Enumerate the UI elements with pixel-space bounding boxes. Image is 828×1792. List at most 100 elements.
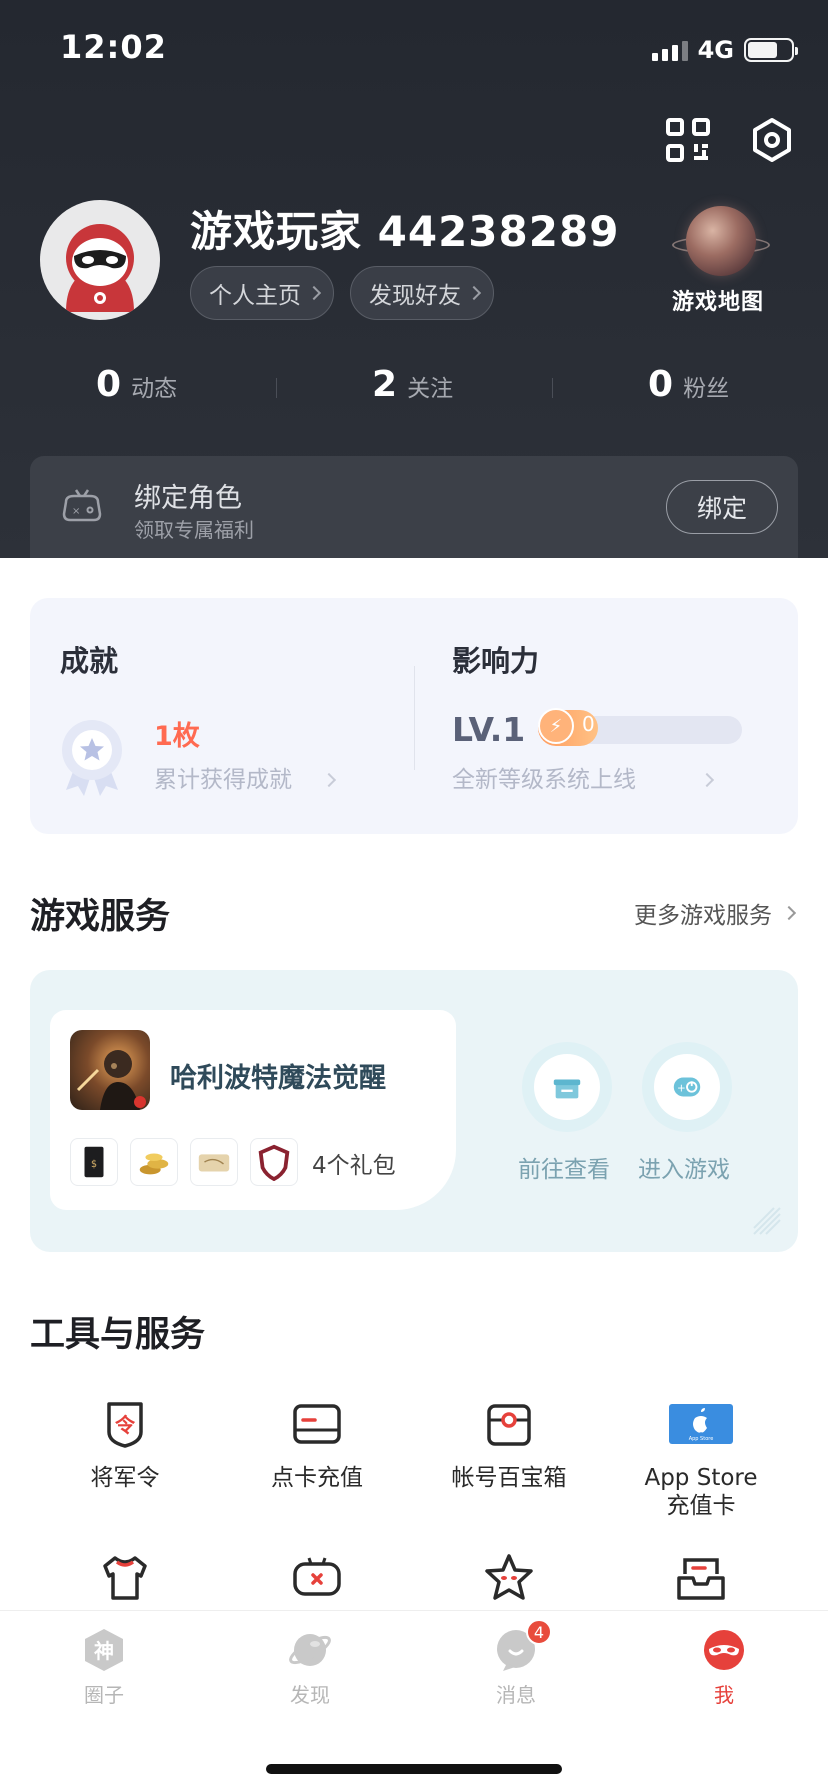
status-time: 12:02 — [60, 28, 167, 66]
stat-fans[interactable]: 0 粉丝 — [648, 364, 729, 405]
signal-icon — [651, 39, 688, 61]
stripes-decoration-icon — [753, 1207, 781, 1235]
level-points: 0 — [582, 712, 595, 736]
tab-label: 消息 — [496, 1683, 536, 1707]
tool-game-helper[interactable] — [222, 1552, 412, 1604]
app-store-card-icon: App Store — [669, 1404, 733, 1444]
qr-code-icon[interactable] — [664, 116, 712, 164]
mask-icon — [704, 1630, 744, 1670]
avatar[interactable] — [40, 200, 160, 320]
gift-count: 4个礼包 — [312, 1153, 396, 1179]
profile-stats: 0 动态 2 关注 0 粉丝 — [0, 364, 828, 414]
homepage-button-label: 个人主页 — [209, 283, 301, 309]
game-tile[interactable]: 哈利波特魔法觉醒 $ 4个礼包 — [50, 1010, 456, 1210]
shen-icon: 神 — [85, 1629, 123, 1671]
chevron-right-icon — [466, 285, 482, 301]
stat-value: 0 — [648, 364, 674, 405]
unread-badge: 4 — [526, 1619, 552, 1645]
inbox-icon — [677, 1558, 725, 1600]
tool-merch[interactable] — [30, 1552, 220, 1604]
tool-card-recharge[interactable]: 点卡充值 — [222, 1398, 412, 1492]
tab-discover[interactable]: 发现 — [250, 1627, 370, 1708]
stat-posts[interactable]: 0 动态 — [96, 364, 177, 405]
achievement-count: 1枚 — [154, 721, 200, 752]
tool-label: 将军令 — [90, 1465, 160, 1491]
username: 游戏玩家 44238289 — [190, 207, 620, 256]
stat-label: 动态 — [131, 376, 178, 402]
stat-following[interactable]: 2 关注 — [372, 364, 453, 405]
power-game-icon: + — [673, 1077, 701, 1097]
tool-label: App Store 充值卡 — [644, 1465, 758, 1519]
game-services-title: 游戏服务 — [30, 897, 171, 937]
tab-label: 圈子 — [84, 1683, 124, 1707]
svg-text:令: 令 — [115, 1413, 136, 1437]
chevron-right-icon[interactable] — [321, 770, 337, 789]
tab-messages[interactable]: 4 消息 — [456, 1619, 576, 1708]
tool-favorites[interactable] — [414, 1552, 604, 1604]
tool-inbox[interactable] — [606, 1552, 796, 1604]
chevron-right-icon — [781, 905, 797, 921]
svg-text:×: × — [72, 506, 80, 517]
svg-text:App Store: App Store — [689, 1436, 714, 1442]
battery-icon — [744, 38, 798, 62]
tool-label: 点卡充值 — [271, 1465, 363, 1491]
stat-value: 0 — [96, 364, 122, 405]
settings-icon[interactable] — [748, 116, 796, 164]
divider — [414, 666, 415, 770]
tool-general-token[interactable]: 令 将军令 — [30, 1398, 220, 1492]
stat-label: 关注 — [407, 376, 454, 402]
planet-icon — [289, 1634, 331, 1666]
more-game-services-link[interactable]: 更多游戏服务 — [634, 896, 797, 930]
tab-label: 我 — [714, 1683, 734, 1707]
lightning-icon: ⚡ — [538, 708, 574, 744]
gift-box-icon — [553, 1079, 581, 1099]
achievement-title: 成就 — [60, 644, 119, 678]
tab-me[interactable]: 我 — [664, 1627, 784, 1708]
influence-title: 影响力 — [452, 644, 540, 678]
tool-label: 帐号百宝箱 — [451, 1465, 567, 1491]
treasure-box-icon — [487, 1404, 531, 1446]
tool-account-toolbox[interactable]: 帐号百宝箱 — [414, 1398, 604, 1492]
card-icon — [293, 1404, 341, 1444]
stat-divider — [276, 378, 277, 398]
bind-role-title: 绑定角色 — [134, 483, 242, 514]
gold-coins-icon — [130, 1138, 178, 1186]
tools-title: 工具与服务 — [30, 1315, 206, 1355]
svg-text:$: $ — [91, 1159, 97, 1170]
tshirt-icon — [103, 1556, 147, 1600]
stat-divider — [552, 378, 553, 398]
view-button[interactable] — [522, 1042, 612, 1132]
more-game-services-label: 更多游戏服务 — [634, 903, 772, 929]
svg-text:神: 神 — [94, 1639, 114, 1663]
gamepad-icon — [293, 1557, 341, 1596]
achievement-desc[interactable]: 累计获得成就 — [154, 760, 292, 794]
bind-role-card[interactable]: × 绑定角色 领取专属福利 绑定 — [30, 456, 798, 558]
bind-role-subtitle: 领取专属福利 — [134, 518, 254, 542]
level-desc[interactable]: 全新等级系统上线 — [452, 760, 636, 794]
avatar-mask-icon — [66, 224, 134, 312]
gift-card-icon: $ — [70, 1138, 118, 1186]
view-button-label[interactable]: 前往查看 — [518, 1150, 610, 1184]
medal-icon — [62, 720, 122, 796]
home-indicator[interactable] — [266, 1764, 562, 1774]
status-indicators: 4G — [651, 36, 798, 64]
game-map-label[interactable]: 游戏地图 — [672, 284, 764, 316]
enter-game-button[interactable]: + — [642, 1042, 732, 1132]
token-shield-icon: 令 — [107, 1402, 143, 1448]
stat-label: 粉丝 — [683, 376, 730, 402]
game-thumbnail — [70, 1030, 150, 1110]
shield-badge-icon — [250, 1138, 298, 1186]
game-service-card: 哈利波特魔法觉醒 $ 4个礼包 + 前往查看 进入游戏 — [30, 970, 798, 1252]
enter-game-label[interactable]: 进入游戏 — [638, 1150, 730, 1184]
homepage-button[interactable]: 个人主页 — [190, 266, 334, 320]
bind-button[interactable]: 绑定 — [666, 480, 778, 534]
tab-label: 发现 — [290, 1683, 330, 1707]
map-scroll-icon — [190, 1138, 238, 1186]
chevron-right-icon[interactable] — [699, 770, 715, 789]
game-map-planet-icon[interactable] — [686, 206, 756, 276]
tool-app-store-card[interactable]: App Store App Store 充值卡 — [606, 1398, 796, 1520]
stat-value: 2 — [372, 364, 398, 405]
tab-circle[interactable]: 神 圈子 — [44, 1627, 164, 1708]
find-friends-button[interactable]: 发现好友 — [350, 266, 494, 320]
status-bar: 12:02 4G — [0, 0, 828, 100]
